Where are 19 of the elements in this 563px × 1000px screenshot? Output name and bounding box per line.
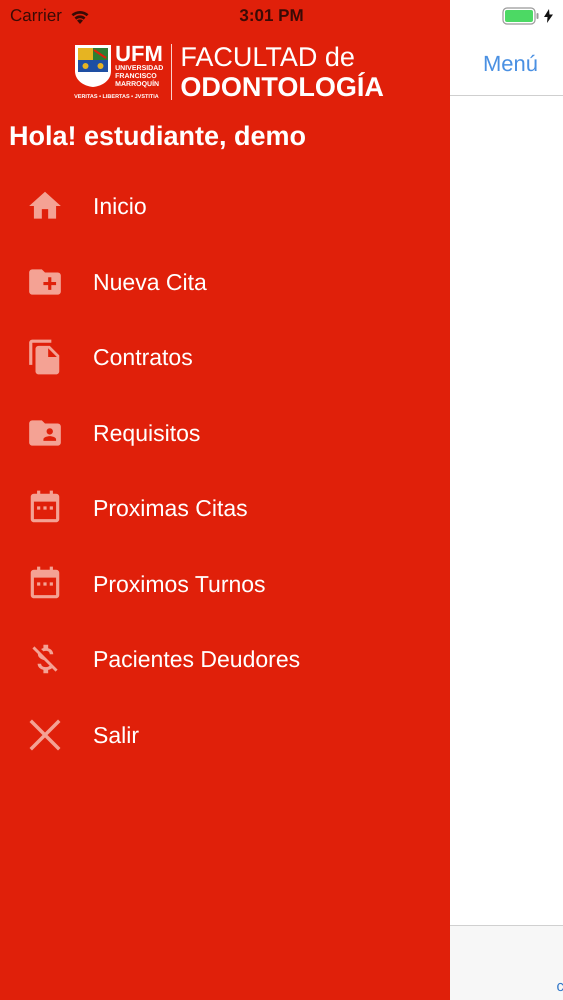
- faculty-title: FACULTAD de: [180, 42, 356, 72]
- menu-item[interactable]: Proximas Citas: [0, 470, 450, 546]
- menu-item[interactable]: Proximos Turnos: [0, 546, 450, 622]
- clock-time: 3:01 PM: [239, 5, 304, 28]
- logo-acronym: UFM: [115, 42, 164, 65]
- carrier-label: Carrier: [10, 5, 62, 28]
- battery-icon: [502, 7, 540, 25]
- charging-bolt-icon: [544, 9, 553, 23]
- faculty-name: ODONTOLOGÍA: [180, 72, 384, 102]
- wifi-icon: [70, 8, 90, 24]
- crest-icon: [74, 44, 112, 88]
- menu-item[interactable]: Inicio: [0, 168, 450, 244]
- menu-item[interactable]: Pacientes Deudores: [0, 622, 450, 697]
- menu-item[interactable]: Salir: [0, 697, 450, 772]
- menu-nav-button[interactable]: Menú: [482, 47, 538, 80]
- menu-item[interactable]: Nueva Cita: [0, 244, 450, 320]
- greeting: Hola! estudiante, demo: [8, 120, 308, 153]
- menu-item[interactable]: Requisitos: [0, 395, 450, 470]
- menu-item[interactable]: Contratos: [0, 320, 450, 395]
